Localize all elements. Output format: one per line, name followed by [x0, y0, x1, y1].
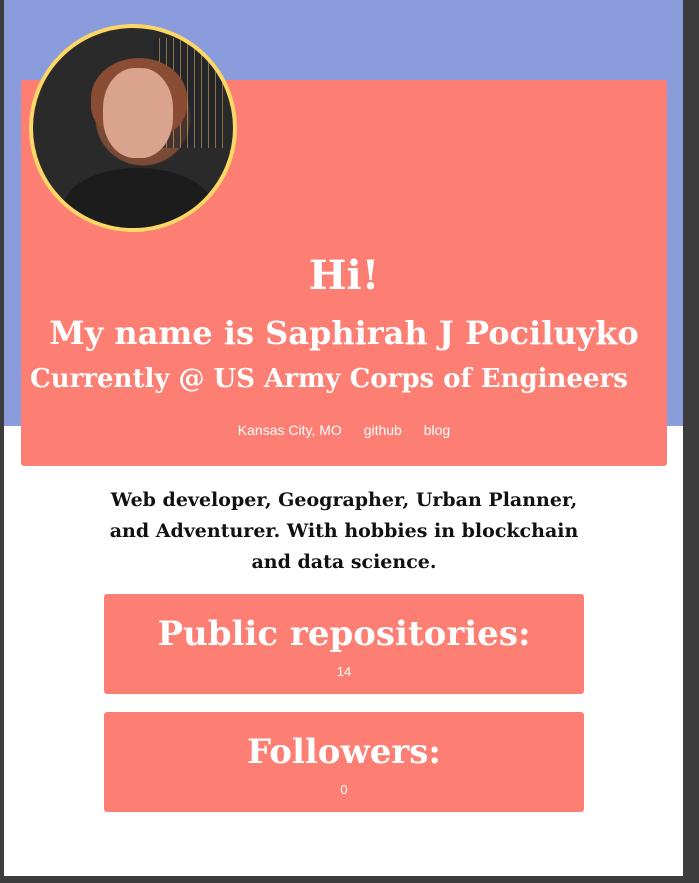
followers-label: Followers: — [247, 732, 441, 772]
avatar-face — [103, 68, 173, 158]
profile-links: Kansas City, MO github blog — [21, 422, 667, 438]
window-frame-right — [683, 0, 699, 883]
followers-count: 0 — [340, 782, 348, 797]
avatar-shirt — [63, 168, 213, 228]
github-link[interactable]: github — [364, 422, 402, 438]
window-frame-bottom — [0, 876, 699, 883]
profile-avatar — [29, 24, 237, 232]
greeting-heading: Hi! — [308, 252, 380, 299]
location-text: Kansas City, MO — [237, 422, 342, 438]
current-employer-heading: Currently @ US Army Corps of Engineers — [30, 364, 628, 394]
profile-page: Hi! My name is Saphirah J Pociluyko Curr… — [4, 0, 683, 876]
bio-text: Web developer, Geographer, Urban Planner… — [109, 489, 579, 573]
public-repositories-count: 14 — [336, 664, 352, 679]
public-repositories-card: Public repositories: 14 — [104, 594, 584, 694]
blog-link[interactable]: blog — [424, 422, 450, 438]
followers-card: Followers: 0 — [104, 712, 584, 812]
public-repositories-label: Public repositories: — [157, 614, 531, 654]
name-heading: My name is Saphirah J Pociluyko — [49, 314, 639, 352]
